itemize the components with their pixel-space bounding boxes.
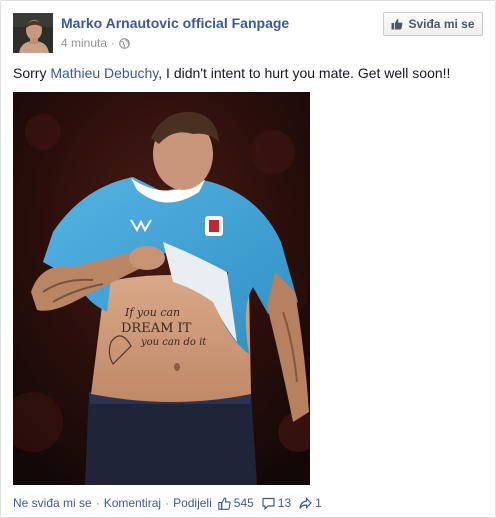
share-action[interactable]: Podijeli [173,496,212,510]
footballer-photo: If you can DREAM IT you can do it [13,92,310,485]
page-avatar[interactable] [13,13,53,53]
unlike-action[interactable]: Ne sviđa mi se [13,496,92,510]
tattoo-line-2: DREAM IT [121,321,192,336]
comment-action[interactable]: Komentiraj [104,496,161,510]
comments-number: 13 [277,496,292,510]
comments-count[interactable]: 13 [262,496,291,510]
page-name-link[interactable]: Marko Arnautovic official Fanpage [61,15,289,31]
post-photo[interactable]: If you can DREAM IT you can do it [13,92,310,485]
like-page-button[interactable]: Sviđa mi se [383,12,483,36]
globe-icon[interactable] [119,37,130,49]
comment-icon [262,497,275,510]
likes-number: 545 [233,496,254,510]
share-arrow-icon [299,496,313,509]
post-timestamp[interactable]: 4 minuta [61,36,107,50]
thumbs-up-icon [391,19,403,30]
post-card: Marko Arnautovic official Fanpage 4 minu… [0,0,496,518]
tattoo-line-1: If you can [124,306,180,319]
post-meta: 4 minuta · [61,36,130,50]
shares-count[interactable]: 1 [299,496,322,510]
message-text-end: , I didn't intent to hurt you mate. Get … [158,65,451,81]
action-separator: · [165,496,170,510]
mention-link[interactable]: Mathieu Debuchy [50,65,158,81]
likes-count[interactable]: 545 [218,496,254,510]
thumbs-up-outline-icon [218,497,231,510]
like-page-label: Sviđa mi se [408,17,475,31]
meta-separator: · [111,36,116,50]
engagement-counts: 545 13 1 [218,496,330,510]
shares-number: 1 [315,496,322,510]
message-text-start: Sorry [13,65,51,81]
post-message: Sorry Mathieu Debuchy, I didn't intent t… [13,64,485,82]
post-actions: Ne sviđa mi se · Komentiraj · Podijeli 5… [13,495,485,511]
avatar-image [13,13,53,53]
tattoo-line-3: you can do it [140,337,207,348]
action-separator: · [95,496,100,510]
